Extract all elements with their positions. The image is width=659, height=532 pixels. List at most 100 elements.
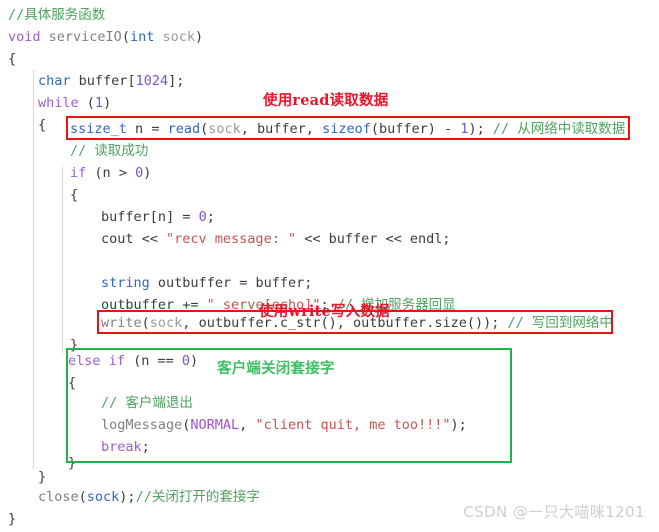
code-line-5: while (1) <box>38 92 111 114</box>
code-token-paren: ( <box>121 29 130 45</box>
code-token-identifier: buffer <box>328 231 378 247</box>
annotation-read-label: 使用read读取数据 <box>263 92 389 109</box>
code-line-11: buffer[n] = 0; <box>101 206 215 228</box>
code-token-brace: { <box>70 187 79 203</box>
code-token-op: << <box>377 231 410 247</box>
code-line-21: logMessage(NORMAL, "client quit, me too!… <box>101 414 467 436</box>
code-token-number: 0 <box>198 209 207 225</box>
code-line-26: } <box>8 508 16 530</box>
code-line-14: string outbuffer = buffer; <box>101 272 312 294</box>
code-token-paren: ( <box>86 95 95 111</box>
code-token-identifier: n <box>157 209 167 225</box>
code-token-semi: ; <box>304 275 313 291</box>
code-token-number: 0 <box>135 165 144 181</box>
code-token-keyword: if <box>108 353 125 369</box>
annotation-client-close-label: 客户端关闭套接字 <box>217 360 335 377</box>
code-token-keyword: else <box>68 353 101 369</box>
code-token-semi: ; <box>206 209 215 225</box>
code-line-18: else if (n == 0) <box>68 350 198 372</box>
code-token-bracket: ] <box>166 209 175 225</box>
csdn-watermark: CSDN @一只大喵咪1201 <box>463 503 645 521</box>
code-token-identifier: buffer <box>78 73 128 89</box>
code-token-paren: ( <box>133 353 142 369</box>
code-token-bracket: ]; <box>168 73 185 89</box>
code-token-paren: ()); <box>466 315 508 331</box>
code-line-6: { <box>38 114 46 136</box>
code-token-call: logMessage <box>101 417 183 433</box>
code-token-paren: ) <box>190 353 199 369</box>
code-token-type: string <box>101 275 150 291</box>
code-token-op: - <box>435 121 461 137</box>
code-token-brace: { <box>68 375 77 391</box>
code-token-op: << <box>133 231 167 247</box>
code-line-3: { <box>8 48 16 70</box>
code-token-call: close <box>38 489 79 505</box>
code-token-op: += <box>174 297 207 313</box>
code-token-brace: } <box>68 455 77 471</box>
code-line-10: { <box>70 184 78 206</box>
code-token-paren: ( <box>370 121 379 137</box>
code-token-paren: ( <box>141 315 150 331</box>
code-token-brace: { <box>38 117 47 133</box>
code-token-op: = <box>231 275 256 291</box>
code-token-semi: ; <box>442 231 451 247</box>
code-token-comment: // 客户端退出 <box>101 395 193 411</box>
code-token-identifier: buffer <box>101 209 150 225</box>
code-line-8: // 读取成功 <box>70 140 148 162</box>
code-screenshot: //具体服务函数 void serviceIO(int sock) { char… <box>0 0 659 532</box>
code-line-4: char buffer[1024]; <box>38 70 184 92</box>
code-token-identifier: buffer <box>255 275 305 291</box>
code-line-22: break; <box>101 436 150 458</box>
code-token-keyword: break <box>101 439 142 455</box>
code-token-type: char <box>38 73 71 89</box>
code-token-string: "client quit, me too!!!" <box>255 417 451 433</box>
code-token-op: << <box>296 231 329 247</box>
code-token-paren: ); <box>468 121 493 137</box>
code-token-paren: ( <box>200 121 209 137</box>
code-token-arg: buffer <box>257 121 306 137</box>
code-token-keyword: void <box>8 29 41 45</box>
code-token-op: = <box>143 121 168 137</box>
code-token-comma: , <box>240 121 258 137</box>
code-token-keyword: if <box>70 165 87 181</box>
code-token-param: sock <box>162 29 195 45</box>
code-token-brace: { <box>8 51 17 67</box>
code-line-20: // 客户端退出 <box>101 392 193 414</box>
code-token-brace: } <box>38 469 47 485</box>
code-token-identifier: n <box>102 165 111 181</box>
code-line-12: cout << "recv message: " << buffer << en… <box>101 228 451 250</box>
code-token-keyword: sizeof <box>322 121 371 137</box>
code-line-23: } <box>68 452 76 474</box>
code-line-1: //具体服务函数 <box>8 4 105 26</box>
code-token-keyword: while <box>38 95 79 111</box>
code-token-paren: ) <box>427 121 436 137</box>
code-token-semi: ; <box>141 439 150 455</box>
code-token-function: serviceIO <box>48 29 122 45</box>
annotation-write-label: 使用write写入数据 <box>259 303 390 320</box>
code-token-type: int <box>129 29 155 45</box>
code-token-call: write <box>101 315 142 331</box>
code-token-bracket: [ <box>127 73 136 89</box>
code-token-arg: sock <box>208 121 241 137</box>
code-token-comma: , <box>305 121 323 137</box>
code-token-type: ssize_t <box>70 121 127 137</box>
code-token-string: "recv message: " <box>166 231 297 247</box>
code-token-comment: //具体服务函数 <box>8 7 106 23</box>
code-token-call: read <box>167 121 201 137</box>
code-token-number: 1024 <box>135 73 169 89</box>
code-token-identifier: outbuffer <box>101 297 175 313</box>
code-token-paren: ); <box>119 489 136 505</box>
code-token-paren: ) <box>143 165 152 181</box>
code-token-comment: //关闭打开的套接字 <box>135 489 260 505</box>
code-line-25: close(sock);//关闭打开的套接字 <box>38 486 260 508</box>
code-token-number: 0 <box>181 353 190 369</box>
code-token-comment: // 写回到网络中 <box>507 315 613 331</box>
code-token-bracket: [ <box>149 209 158 225</box>
